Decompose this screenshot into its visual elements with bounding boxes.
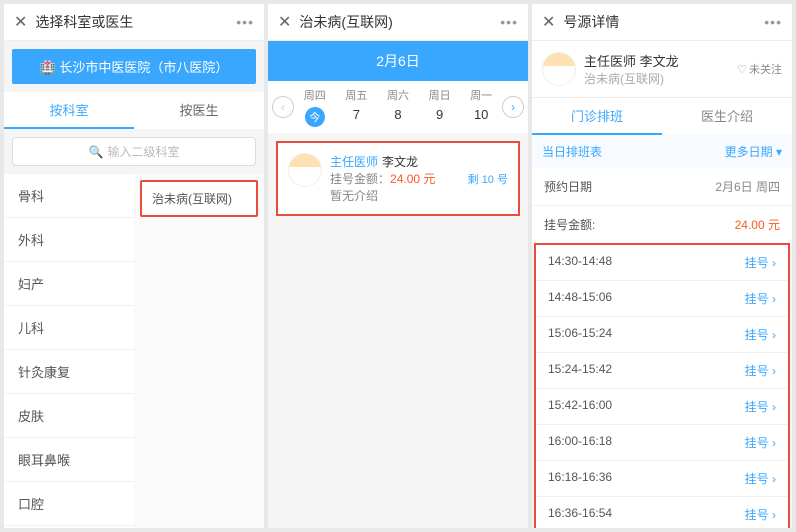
dept-item[interactable]: 妇产 [4,262,134,306]
more-icon[interactable]: ••• [500,14,518,30]
time-slot[interactable]: 16:18-16:36挂号 › [536,461,788,497]
register-button[interactable]: 挂号 › [745,290,776,307]
titlebar: ✕ 选择科室或医生 ••• [4,4,264,41]
dept-item[interactable]: 外科 [4,218,134,262]
prev-arrow-icon[interactable]: ‹ [272,96,294,118]
tab-by-doctor[interactable]: 按医生 [134,92,264,129]
dept-item[interactable]: 眼耳鼻喉 [4,438,134,482]
title: 治未病(互联网) [299,12,392,32]
day-item[interactable]: 周五7 [336,87,378,127]
search-icon: 🔍 [89,145,104,159]
time-slot[interactable]: 14:48-15:06挂号 › [536,281,788,317]
titlebar: ✕ 号源详情 ••• [532,4,792,41]
detail-tabs: 门诊排班 医生介绍 [532,97,792,135]
titlebar: ✕ 治未病(互联网) ••• [268,4,528,41]
date-header: 2月6日 [268,41,528,81]
close-icon[interactable]: ✕ [278,12,291,32]
day-item[interactable]: 周一10 [460,87,502,127]
tab-schedule[interactable]: 门诊排班 [532,98,662,135]
dept-item[interactable]: 治未病 [4,526,134,528]
dept-doctor-tabs: 按科室 按医生 [4,92,264,129]
subdept-item[interactable]: 治未病(互联网) [140,180,258,217]
more-dates-button[interactable]: 更多日期 ▾ [725,143,782,160]
register-button[interactable]: 挂号 › [745,434,776,451]
register-button[interactable]: 挂号 › [745,506,776,523]
register-button[interactable]: 挂号 › [745,254,776,271]
tab-by-dept[interactable]: 按科室 [4,92,134,129]
register-button[interactable]: 挂号 › [745,470,776,487]
dept-item[interactable]: 骨科 [4,174,134,218]
appointment-date-row: 预约日期2月6日 周四 [532,168,792,206]
time-slot[interactable]: 16:00-16:18挂号 › [536,425,788,461]
day-item[interactable]: 周六8 [377,87,419,127]
time-slot[interactable]: 14:30-14:48挂号 › [536,245,788,281]
time-slot[interactable]: 15:06-15:24挂号 › [536,317,788,353]
register-button[interactable]: 挂号 › [745,362,776,379]
remaining-count: 剩 10 号 [468,171,508,187]
dept-item[interactable]: 儿科 [4,306,134,350]
title: 号源详情 [563,12,619,32]
more-icon[interactable]: ••• [236,14,254,30]
search-input[interactable]: 🔍 输入二级科室 [12,137,256,166]
close-icon[interactable]: ✕ [542,12,555,32]
schedule-header: 当日排班表 更多日期 ▾ [532,135,792,168]
hospital-selector[interactable]: 🏥 长沙市中医医院（市八医院） [12,49,256,84]
day-item[interactable]: 周日9 [419,87,461,127]
tab-intro[interactable]: 医生介绍 [662,98,792,135]
time-slot[interactable]: 15:42-16:00挂号 › [536,389,788,425]
avatar-icon [542,52,576,86]
doctor-header: 主任医师 李文龙 治未病(互联网) ♡未关注 [532,41,792,97]
hospital-icon: 🏥 [40,60,60,75]
pane-doctor-list: ✕ 治未病(互联网) ••• 2月6日 ‹ 周四今周五7周六8周日9周一10 ›… [268,4,528,528]
time-slot-list: 14:30-14:48挂号 ›14:48-15:06挂号 ›15:06-15:2… [534,243,790,528]
dept-list: 骨科外科妇产儿科针灸康复皮肤眼耳鼻喉口腔治未病发热门诊急诊互联网门诊 [4,174,134,528]
heart-icon: ♡ [737,63,747,76]
register-button[interactable]: 挂号 › [745,398,776,415]
fee-row: 挂号金额:24.00 元 [532,206,792,244]
pane-select-dept: ✕ 选择科室或医生 ••• 🏥 长沙市中医医院（市八医院） 按科室 按医生 🔍 … [4,4,264,528]
avatar-icon [288,153,322,187]
time-slot[interactable]: 15:24-15:42挂号 › [536,353,788,389]
day-selector: ‹ 周四今周五7周六8周日9周一10 › [268,81,528,133]
dept-item[interactable]: 口腔 [4,482,134,526]
doctor-card[interactable]: 主任医师李文龙 挂号金额：24.00 元 暂无介绍 剩 10 号 [276,141,520,216]
time-slot[interactable]: 16:36-16:54挂号 › [536,497,788,528]
day-item[interactable]: 周四今 [294,87,336,127]
pane-slot-detail: ✕ 号源详情 ••• 主任医师 李文龙 治未病(互联网) ♡未关注 门诊排班 医… [532,4,792,528]
register-button[interactable]: 挂号 › [745,326,776,343]
next-arrow-icon[interactable]: › [502,96,524,118]
follow-button[interactable]: ♡未关注 [737,61,782,77]
title: 选择科室或医生 [35,12,133,32]
more-icon[interactable]: ••• [764,14,782,30]
dept-item[interactable]: 皮肤 [4,394,134,438]
dept-item[interactable]: 针灸康复 [4,350,134,394]
close-icon[interactable]: ✕ [14,12,27,32]
